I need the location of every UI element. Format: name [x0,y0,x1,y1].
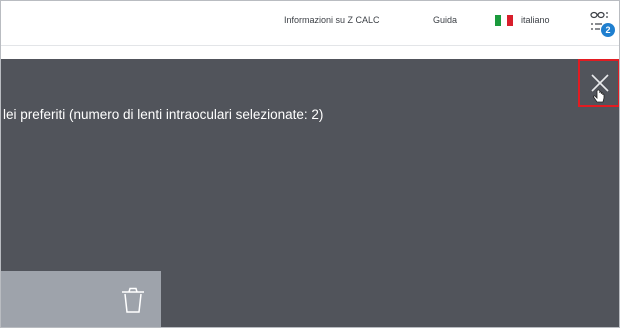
selection-list-button[interactable]: 2 [587,9,617,39]
help-link[interactable]: Guida [433,15,457,25]
language-label: italiano [521,15,550,25]
trash-icon[interactable] [119,285,147,315]
favorites-overlay-panel: lei preferiti (numero di lenti intraocul… [1,59,619,327]
about-link[interactable]: Informazioni su Z CALC [284,15,380,25]
italian-flag-icon [495,14,513,26]
hand-cursor-icon [593,89,605,103]
overlay-title: lei preferiti (numero di lenti intraocul… [3,107,324,122]
app-window: Informazioni su Z CALC Guida italiano 2 … [0,0,620,328]
language-selector[interactable]: italiano [495,13,550,27]
top-navigation-bar: Informazioni su Z CALC Guida italiano 2 [1,1,619,46]
selection-count-badge: 2 [601,23,615,37]
favorite-lens-card [1,271,161,327]
close-button[interactable] [578,59,619,107]
